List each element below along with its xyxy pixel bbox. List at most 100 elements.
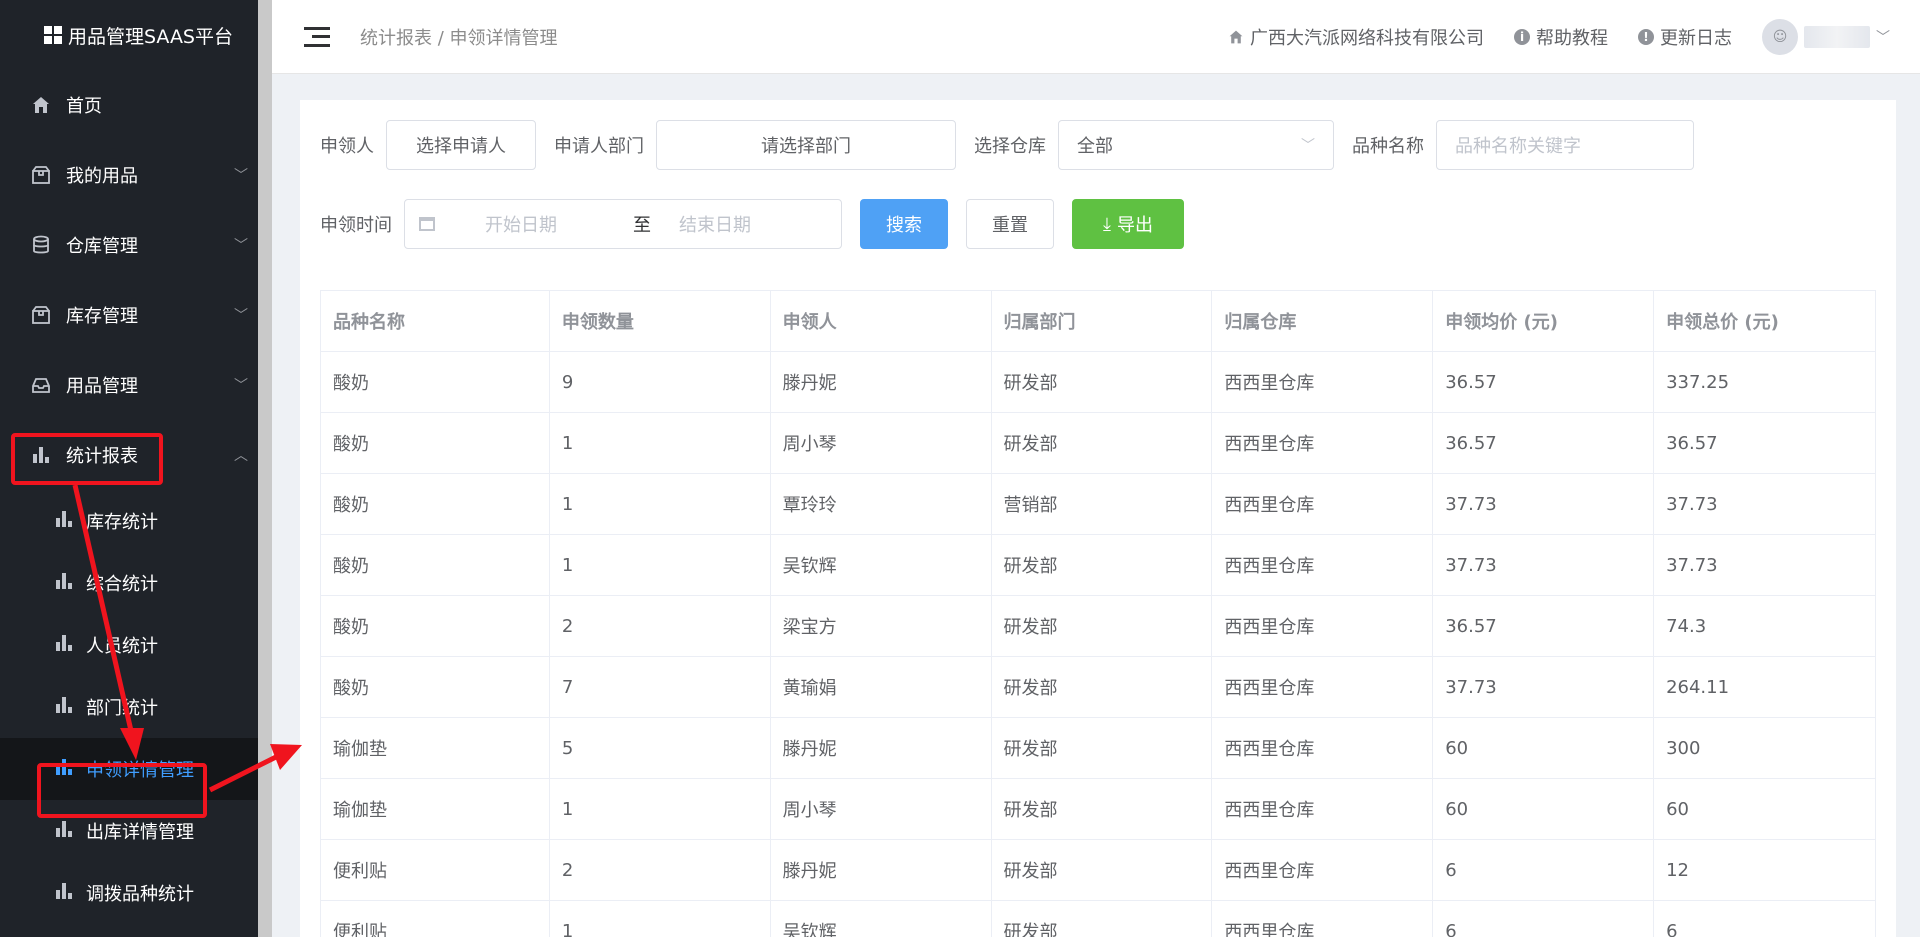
table-cell: 西西里仓库 [1211,595,1434,657]
table-cell: 酸奶 [320,534,550,596]
user-menu[interactable]: ☺ ﹀ [1762,18,1890,55]
sidebar-item-label: 仓库管理 [66,236,138,257]
column-header[interactable]: 申领总价 (元) [1653,290,1876,352]
calendar-icon [419,217,435,231]
table-cell: 吴钦辉 [769,534,992,596]
table-row[interactable]: 酸奶 9 滕丹妮 研发部 西西里仓库 36.57 337.25 [320,351,1876,413]
search-button[interactable]: 搜索 [860,199,948,249]
table-cell: 1 [548,473,771,535]
table-cell: 1 [548,900,771,937]
box-icon [30,164,52,186]
reset-button[interactable]: 重置 [966,199,1054,249]
table-cell: 60 [1653,778,1876,840]
main-card: 申领人 选择申请人 申请人部门 请选择部门 选择仓库 全部 ﹀ 品种名称 品种名… [300,100,1896,937]
username-blurred [1804,25,1870,48]
table-row[interactable]: 酸奶 1 吴钦辉 研发部 西西里仓库 37.73 37.73 [320,534,1876,596]
table-cell: 9 [548,351,771,413]
filter-row-1: 申领人 选择申请人 申请人部门 请选择部门 选择仓库 全部 ﹀ 品种名称 品种名… [320,120,1694,170]
table-cell: 研发部 [990,839,1213,901]
table-cell: 37.73 [1432,473,1655,535]
warehouse-select[interactable]: 全部 ﹀ [1058,120,1334,170]
column-header[interactable]: 申领均价 (元) [1432,290,1655,352]
table-row[interactable]: 酸奶 1 周小琴 研发部 西西里仓库 36.57 36.57 [320,412,1876,474]
table-cell: 5 [548,717,771,779]
range-separator: 至 [633,215,651,236]
submenu-item-overall-stats[interactable]: 综合统计 [0,552,258,614]
variety-label: 品种名称 [1352,136,1424,157]
changelog-link[interactable]: ! 更新日志 [1638,24,1732,50]
table-row[interactable]: 酸奶 2 梁宝方 研发部 西西里仓库 36.57 74.3 [320,595,1876,657]
variety-input[interactable]: 品种名称关键字 [1436,120,1694,170]
table-row[interactable]: 便利贴 2 滕丹妮 研发部 西西里仓库 6 12 [320,839,1876,901]
breadcrumb: 统计报表 / 申领详情管理 [360,27,558,49]
box-icon [30,304,52,326]
chevron-down-icon: ﹀ [1876,29,1890,46]
submenu-item-staff-stats[interactable]: 人员统计 [0,614,258,676]
start-date-input[interactable]: 开始日期 [485,211,605,237]
table-cell: 西西里仓库 [1211,473,1434,535]
submenu-item-label: 库存统计 [86,512,158,533]
select-applicant-button[interactable]: 选择申请人 [386,120,536,170]
table-row[interactable]: 瑜伽垫 5 滕丹妮 研发部 西西里仓库 60 300 [320,717,1876,779]
table-cell: 研发部 [990,534,1213,596]
table-cell: 37.73 [1432,534,1655,596]
table-cell: 60 [1432,778,1655,840]
select-dept-button[interactable]: 请选择部门 [656,120,956,170]
table-cell: 研发部 [990,351,1213,413]
table-row[interactable]: 瑜伽垫 1 周小琴 研发部 西西里仓库 60 60 [320,778,1876,840]
table-cell: 便利贴 [320,900,550,937]
column-header[interactable]: 申领数量 [548,290,771,352]
sidebar-item-label: 首页 [66,96,102,117]
variety-placeholder: 品种名称关键字 [1455,136,1581,157]
submenu-item-label: 部门统计 [86,698,158,719]
table-cell: 酸奶 [320,473,550,535]
table-row[interactable]: 酸奶 1 覃玲玲 营销部 西西里仓库 37.73 37.73 [320,473,1876,535]
inbox-icon [30,374,52,396]
sidebar-item-supplies-mgmt[interactable]: 用品管理 ﹀ [0,350,258,420]
table-cell: 酸奶 [320,412,550,474]
table-cell: 酸奶 [320,595,550,657]
sidebar-item-warehouse[interactable]: 仓库管理 ﹀ [0,210,258,280]
table-cell: 西西里仓库 [1211,778,1434,840]
table-row[interactable]: 便利贴 1 吴钦辉 研发部 西西里仓库 6 6 [320,900,1876,937]
column-header[interactable]: 归属仓库 [1211,290,1434,352]
date-range-picker[interactable]: 开始日期 至 结束日期 [404,199,842,249]
table-cell: 7 [548,656,771,718]
table-cell: 研发部 [990,412,1213,474]
sidebar-item-my-supplies[interactable]: 我的用品 ﹀ [0,140,258,210]
end-date-input[interactable]: 结束日期 [679,211,751,237]
submenu-item-outbound-detail[interactable]: 出库详情管理 [0,800,258,862]
app-logo[interactable]: 用品管理SAAS平台 [0,0,258,70]
sidebar-item-home[interactable]: 首页 [0,70,258,140]
table-cell: 37.73 [1653,534,1876,596]
company-link[interactable]: 广西大汽派网络科技有限公司 [1228,24,1484,50]
help-link[interactable]: i 帮助教程 [1514,24,1608,50]
menu-toggle-icon[interactable] [304,26,330,47]
company-name: 广西大汽派网络科技有限公司 [1250,27,1484,49]
column-header[interactable]: 申领人 [769,290,992,352]
table-cell: 6 [1432,839,1655,901]
sidebar-scrollbar[interactable] [258,0,272,937]
column-header[interactable]: 归属部门 [990,290,1213,352]
chart-icon [56,883,76,903]
submenu-item-dept-stats[interactable]: 部门统计 [0,676,258,738]
table-cell: 研发部 [990,778,1213,840]
table-cell: 研发部 [990,656,1213,718]
app-logo-text: 用品管理SAAS平台 [68,25,233,48]
warehouse-label: 选择仓库 [974,136,1046,157]
export-button[interactable]: ⤓ 导出 [1072,199,1184,249]
table-cell: 黄瑜娟 [769,656,992,718]
column-header[interactable]: 品种名称 [320,290,550,352]
submenu-item-inventory-stats[interactable]: 库存统计 [0,490,258,552]
table-cell: 西西里仓库 [1211,839,1434,901]
table-cell: 便利贴 [320,839,550,901]
submenu-item-apply-detail[interactable]: 申领详情管理 [0,738,258,800]
sidebar-item-reports[interactable]: 统计报表 ︿ [0,420,258,490]
table-cell: 覃玲玲 [769,473,992,535]
table-row[interactable]: 酸奶 7 黄瑜娟 研发部 西西里仓库 37.73 264.11 [320,656,1876,718]
table-cell: 滕丹妮 [769,839,992,901]
submenu-item-transfer-stats[interactable]: 调拨品种统计 [0,862,258,924]
sidebar-item-inventory[interactable]: 库存管理 ﹀ [0,280,258,350]
info-icon: ! [1638,28,1654,45]
table-cell: 酸奶 [320,351,550,413]
